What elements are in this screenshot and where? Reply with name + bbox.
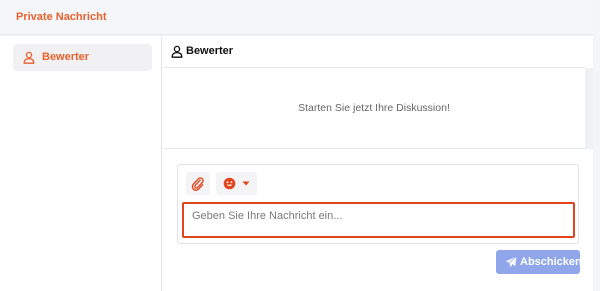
emoji-button[interactable] [216,172,257,195]
sidebar-item-label: Bewerter [42,51,90,63]
sidebar: Bewerter [0,36,162,291]
empty-state-text: Starten Sie jetzt Ihre Diskussion! [298,102,450,114]
chat-title: Bewerter [186,45,234,57]
messages-scrollbar[interactable] [585,68,593,149]
page-header: Private Nachricht [0,0,593,35]
page-title: Private Nachricht [16,11,107,23]
message-input-frame [182,202,575,238]
user-icon [23,51,35,64]
sidebar-item-bewerter[interactable]: Bewerter [13,44,152,71]
user-icon [171,45,183,58]
send-button[interactable]: Abschicken [496,250,582,274]
chat-header: Bewerter [163,36,585,68]
attach-button[interactable] [186,172,210,195]
send-icon [505,256,517,268]
messages-list: Starten Sie jetzt Ihre Diskussion! [163,69,585,149]
send-button-label: Abschicken [520,256,582,268]
caret-down-icon [242,181,250,186]
paperclip-icon [191,177,204,191]
message-panel: Bewerter Bewerter Starten Sie jetzt Ihre… [0,36,593,291]
message-input[interactable] [184,204,573,236]
chat-area: Bewerter Starten Sie jetzt Ihre Diskussi… [163,36,593,291]
message-composer [177,164,579,244]
emoji-icon [223,177,236,190]
